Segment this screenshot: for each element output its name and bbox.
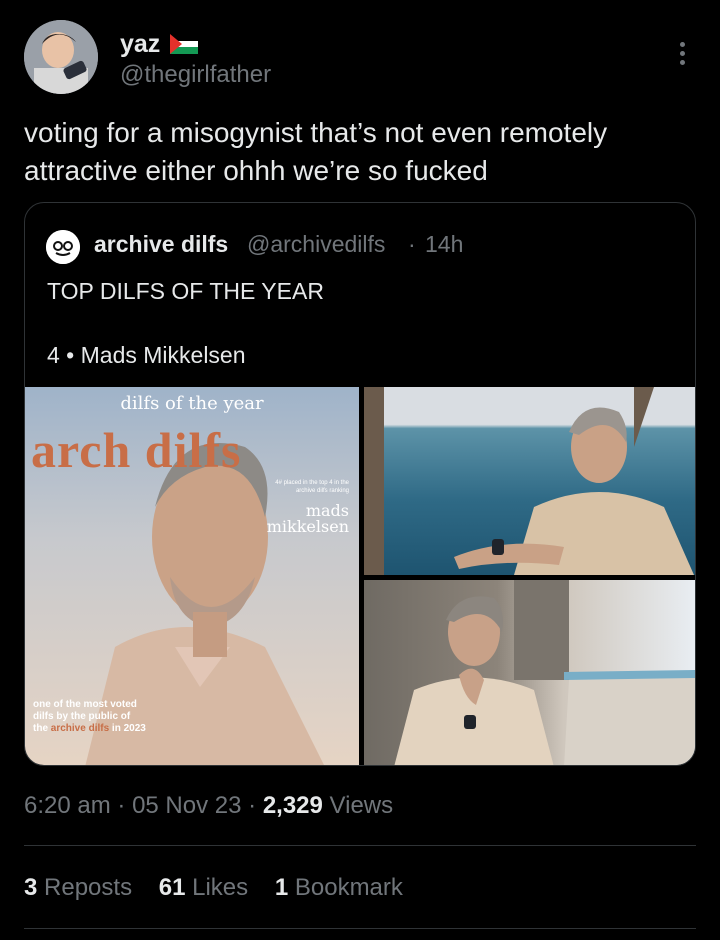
likes-count: 61 (158, 874, 186, 901)
cover-brand-text: arch dilfs (31, 422, 242, 478)
separator-dot: · (408, 231, 416, 257)
quoted-display-name[interactable]: archive dilfs (94, 231, 228, 258)
tweet-time[interactable]: 6:20 am (24, 792, 111, 819)
quoted-image-terrace[interactable] (364, 580, 695, 765)
quoted-tweet[interactable]: archive dilfs @archivedilfs · 14h TOP DI… (24, 202, 696, 766)
quoted-author-avatar[interactable] (46, 230, 80, 264)
avatar-photo (24, 20, 98, 94)
tweet-date[interactable]: 05 Nov 23 (132, 792, 241, 819)
likes-stat[interactable]: 61 Likes (159, 874, 248, 901)
views-label: Views (329, 792, 394, 819)
cover-small-text: 4# placed in the top 4 in the archive di… (275, 480, 349, 494)
quoted-timestamp[interactable]: 14h (425, 231, 463, 258)
meta-dot: · (248, 792, 257, 819)
quoted-image-cover[interactable]: dilfs of the year arch dilfs 4# placed i… (25, 387, 359, 765)
tweet-stats: 3 Reposts 61 Likes 1 Bookmark (24, 874, 423, 902)
reposts-stat[interactable]: 3 Reposts (24, 874, 132, 901)
reposts-label: Reposts (44, 874, 133, 901)
bookmarks-stat[interactable]: 1 Bookmark (275, 874, 403, 901)
cover-name-line2: mikkelsen (266, 517, 349, 536)
quoted-image-sea[interactable] (364, 387, 695, 575)
divider-bottom (24, 928, 696, 929)
cover-bottom-text: one of the most voted dilfs by the publi… (33, 699, 146, 735)
cover-bottom-accent: archive dilfs (50, 723, 110, 734)
tweet-meta: 6:20 am · 05 Nov 23 · 2,329 Views (24, 792, 393, 820)
divider-top (24, 845, 696, 846)
cover-bottom-the: the (33, 723, 48, 734)
tweet-text: voting for a misogynist that’s not even … (24, 117, 608, 186)
more-dots-icon[interactable] (678, 42, 686, 72)
tweet-author: yaz @thegirlfather (24, 20, 696, 96)
bookmarks-label: Bookmark (294, 874, 403, 901)
terrace-photo (394, 580, 695, 765)
cover-bottom-year: in 2023 (111, 723, 146, 734)
cover-top-text: dilfs of the year (120, 393, 264, 414)
views-count: 2,329 (262, 792, 323, 819)
cover-name-text: mads mikkelsen (267, 503, 349, 535)
author-display-name[interactable]: yaz (120, 30, 160, 59)
author-handle[interactable]: @thegirlfather (120, 61, 271, 89)
quoted-text-line2: 4 • Mads Mikkelsen (47, 342, 246, 368)
quoted-text-line1: TOP DILFS OF THE YEAR (47, 278, 324, 304)
meta-dot: · (117, 792, 126, 819)
cover-bottom-line2: dilfs by the public of (33, 711, 131, 722)
likes-label: Likes (192, 874, 249, 901)
palestine-flag-icon (170, 34, 198, 54)
author-avatar[interactable] (24, 20, 98, 94)
bookmarks-count: 1 (274, 874, 289, 901)
sea-photo (364, 387, 694, 575)
archive-logo-icon (46, 230, 80, 264)
quoted-handle[interactable]: @archivedilfs (247, 231, 385, 258)
cover-bottom-line3: the archive dilfs in 2023 (33, 723, 146, 735)
reposts-count: 3 (24, 874, 38, 901)
cover-bottom-line1: one of the most voted (33, 699, 137, 710)
